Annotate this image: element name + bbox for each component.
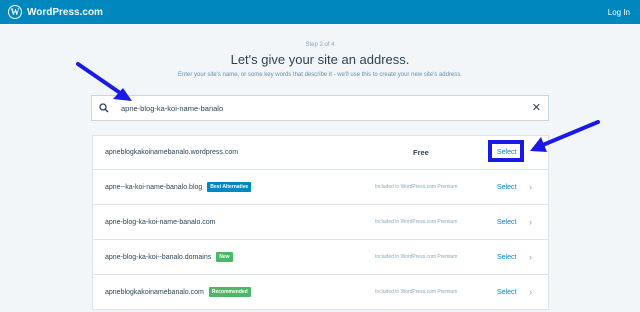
- select-domain-button[interactable]: Select: [497, 254, 516, 261]
- domain-search-input[interactable]: [121, 103, 532, 113]
- domain-results-list: apneblogkakoinamebanalo.wordpress.com Fr…: [92, 135, 549, 310]
- domain-name: apne-blog-ka-koi-name-banalo.com: [105, 218, 216, 226]
- page-title: Let's give your site an address.: [230, 52, 410, 67]
- domain-price: Included in WordPress.com Premium: [375, 289, 458, 295]
- chevron-right-icon[interactable]: ›: [529, 182, 532, 192]
- chevron-right-icon[interactable]: ›: [529, 287, 532, 297]
- page-subtitle: Enter your site's name, or some key word…: [178, 72, 462, 78]
- domain-price: Included in WordPress.com Premium: [375, 219, 458, 225]
- step-indicator: Step 2 of 4: [305, 42, 335, 48]
- domain-result-row: apneblogkakoinamebanalo.com Recommended I…: [92, 275, 549, 310]
- domain-result-row: apne--ka-koi-name-banalo.blog Best Altern…: [92, 170, 549, 205]
- select-domain-button[interactable]: Select: [497, 184, 516, 191]
- clear-search-icon[interactable]: ✕: [532, 102, 541, 114]
- recommended-badge: Recommended: [208, 287, 251, 297]
- domain-result-row: apne-blog-ka-koi-name-banalo.com Include…: [92, 205, 549, 240]
- domain-price: Free: [413, 148, 429, 157]
- login-link[interactable]: Log In: [608, 8, 630, 17]
- brand-name: WordPress.com: [27, 6, 103, 18]
- domain-result-row: apne-blog-ka-koi--banalo.domains New Incl…: [92, 240, 549, 275]
- domain-search-box: ✕: [91, 95, 549, 121]
- select-highlight-box: [488, 140, 524, 162]
- wordpress-logo-icon: W: [8, 5, 22, 19]
- chevron-right-icon[interactable]: ›: [529, 217, 532, 227]
- select-domain-button[interactable]: Select: [497, 219, 516, 226]
- domain-price: Included in WordPress.com Premium: [375, 184, 458, 190]
- search-icon: [99, 103, 109, 113]
- best-alternative-badge: Best Alternative: [207, 182, 252, 192]
- domain-name: apne--ka-koi-name-banalo.blog Best Altern…: [105, 182, 252, 192]
- domain-result-row: apneblogkakoinamebanalo.wordpress.com Fr…: [92, 135, 549, 170]
- new-badge: New: [216, 252, 233, 262]
- domain-name: apneblogkakoinamebanalo.com Recommended: [105, 287, 251, 297]
- domain-name: apne-blog-ka-koi--banalo.domains New: [105, 252, 233, 262]
- top-bar: W WordPress.com Log In: [0, 0, 640, 24]
- domain-price: Included in WordPress.com Premium: [375, 254, 458, 260]
- select-domain-button[interactable]: Select: [497, 289, 516, 296]
- domain-name: apneblogkakoinamebanalo.wordpress.com: [105, 149, 239, 156]
- chevron-right-icon[interactable]: ›: [529, 252, 532, 262]
- brand[interactable]: W WordPress.com: [8, 5, 103, 19]
